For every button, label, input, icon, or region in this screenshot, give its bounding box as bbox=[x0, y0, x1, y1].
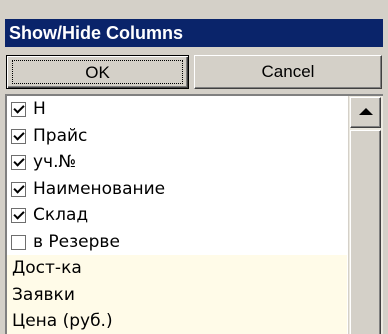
column-label: Прайс bbox=[33, 125, 88, 146]
column-label: Цена (руб.) bbox=[12, 311, 113, 331]
vertical-scrollbar[interactable] bbox=[348, 96, 383, 334]
list-item[interactable]: Цена (руб.) bbox=[7, 308, 347, 334]
column-label: Склад bbox=[33, 205, 89, 225]
list-item[interactable]: в Резерве bbox=[7, 228, 347, 255]
show-hide-columns-dialog: Show/Hide Columns OK Cancel Н Прайс уч.№… bbox=[0, 0, 388, 334]
list-item[interactable]: Склад bbox=[7, 202, 347, 229]
list-item[interactable]: Дост-ка bbox=[7, 255, 347, 282]
checkbox-checked-icon[interactable] bbox=[11, 102, 26, 117]
checkbox-checked-icon[interactable] bbox=[11, 155, 26, 170]
scroll-up-arrow-icon[interactable] bbox=[350, 97, 381, 128]
columns-rows: Н Прайс уч.№ Наименование Склад в Резерв… bbox=[7, 96, 347, 334]
column-label: Наименование bbox=[33, 178, 166, 199]
checkbox-checked-icon[interactable] bbox=[11, 208, 26, 223]
column-label: уч.№ bbox=[33, 152, 77, 172]
scrollbar-thumb[interactable] bbox=[350, 130, 381, 334]
ok-button-label: OK bbox=[12, 60, 183, 84]
list-item[interactable]: Наименование bbox=[7, 175, 347, 202]
cancel-button[interactable]: Cancel bbox=[194, 55, 382, 89]
column-label: Дост-ка bbox=[12, 258, 82, 278]
list-item[interactable]: Н bbox=[7, 96, 347, 123]
columns-list[interactable]: Н Прайс уч.№ Наименование Склад в Резерв… bbox=[5, 94, 383, 334]
ok-button[interactable]: OK bbox=[6, 55, 189, 89]
list-item[interactable]: Заявки bbox=[7, 281, 347, 308]
dialog-title: Show/Hide Columns bbox=[5, 19, 383, 47]
list-item[interactable]: уч.№ bbox=[7, 149, 347, 176]
column-label: Н bbox=[33, 99, 46, 119]
list-item[interactable]: Прайс bbox=[7, 122, 347, 149]
checkbox-checked-icon[interactable] bbox=[11, 128, 26, 144]
column-label: Заявки bbox=[12, 284, 75, 305]
checkbox-unchecked-icon[interactable] bbox=[11, 234, 26, 250]
checkbox-checked-icon[interactable] bbox=[11, 181, 26, 197]
column-label: в Резерве bbox=[33, 231, 120, 252]
